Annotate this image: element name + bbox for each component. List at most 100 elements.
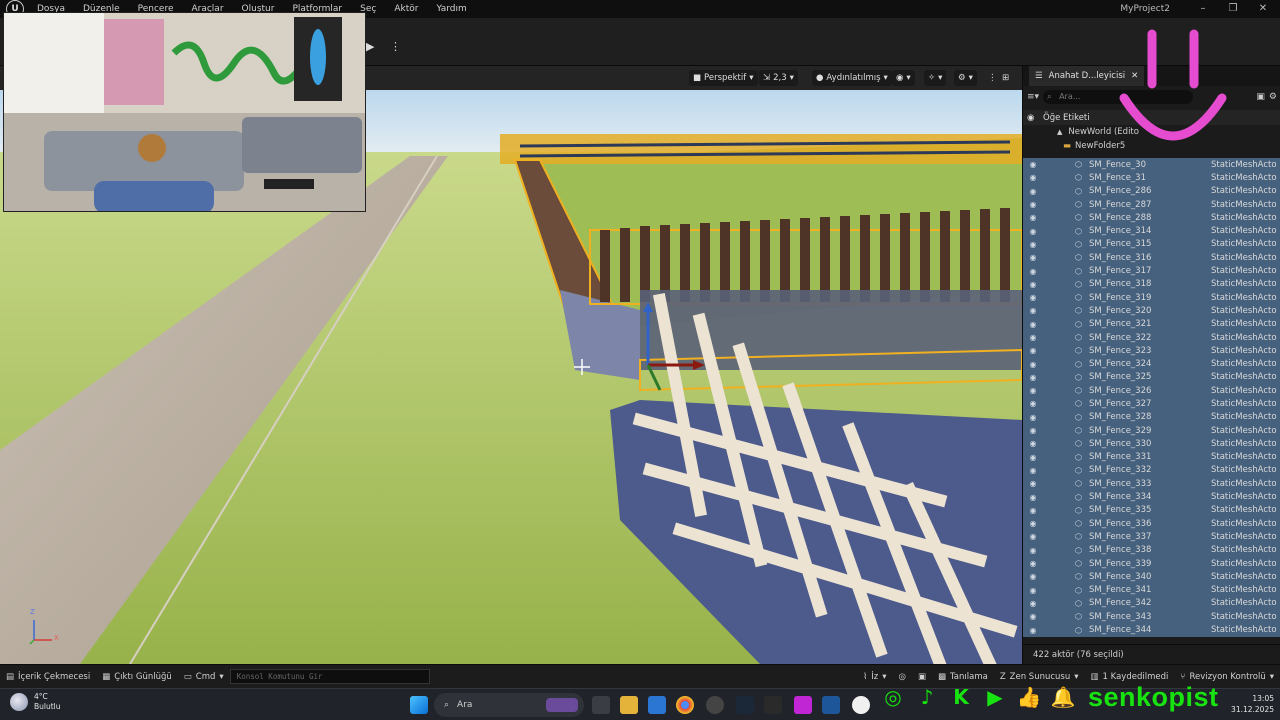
eye-icon[interactable]: ◉ bbox=[1027, 346, 1039, 355]
eye-icon[interactable]: ◉ bbox=[1027, 253, 1039, 262]
weather-widget[interactable]: 4°C Bulutlu bbox=[10, 692, 61, 712]
eye-icon[interactable]: ◉ bbox=[1027, 586, 1039, 595]
lighting-mode-button[interactable]: ● Aydınlatılmış ▾ bbox=[812, 70, 892, 86]
outliner-row[interactable]: ◉ ⬡ SM_Fence_330 StaticMeshActo bbox=[1023, 437, 1280, 451]
outliner-row[interactable]: ◉ ⬡ SM_Fence_317 StaticMeshActo bbox=[1023, 264, 1280, 278]
console-input[interactable]: Konsol Komutunu Gir bbox=[229, 669, 430, 684]
eye-icon[interactable]: ◉ bbox=[1027, 267, 1039, 276]
output-log-button[interactable]: ▦ Çıktı Günlüğü bbox=[96, 672, 178, 682]
eye-icon[interactable]: ◉ bbox=[1027, 479, 1039, 488]
outliner-row[interactable]: ◉ ⬡ SM_Fence_332 StaticMeshActo bbox=[1023, 463, 1280, 478]
outliner-row[interactable]: ◉ ⬡ SM_Fence_344 StaticMeshActo bbox=[1023, 623, 1280, 637]
outliner-row[interactable]: ◉ ⬡ SM_Fence_287 StaticMeshActo bbox=[1023, 197, 1280, 212]
outliner-row[interactable]: ◉ ⬡ SM_Fence_340 StaticMeshActo bbox=[1023, 570, 1280, 584]
outliner-row[interactable]: ◉ ⬡ SM_Fence_315 StaticMeshActo bbox=[1023, 237, 1280, 252]
outliner-row[interactable]: ◉ ⬡ SM_Fence_320 StaticMeshActo bbox=[1023, 304, 1280, 318]
outliner-row[interactable]: ◉ ⬡ SM_Fence_328 StaticMeshActo bbox=[1023, 410, 1280, 424]
outliner-row[interactable]: ◉ ⬡ SM_Fence_329 StaticMeshActo bbox=[1023, 423, 1280, 438]
github-icon[interactable] bbox=[706, 696, 724, 714]
outliner-row[interactable]: ◉ ⬡ SM_Fence_318 StaticMeshActo bbox=[1023, 277, 1280, 291]
add-folder-icon[interactable]: ▣ bbox=[1256, 92, 1265, 102]
eye-icon[interactable]: ◉ bbox=[1027, 599, 1039, 608]
outliner-row[interactable]: ◉ ⬡ SM_Fence_286 StaticMeshActo bbox=[1023, 184, 1280, 198]
outliner-row[interactable]: ◉ ⬡ SM_Fence_331 StaticMeshActo bbox=[1023, 450, 1280, 464]
taskbar-search[interactable]: ⌕ Ara bbox=[434, 693, 584, 717]
unsaved-button[interactable]: ▥ 1 Kaydedilmedi bbox=[1085, 672, 1175, 682]
eye-icon[interactable]: ◉ bbox=[1027, 160, 1039, 169]
minimize-icon[interactable]: – bbox=[1188, 0, 1218, 18]
outliner-row[interactable]: ◉ ⬡ SM_Fence_288 StaticMeshActo bbox=[1023, 211, 1280, 225]
outliner-row[interactable]: ◉ ⬡ SM_Fence_325 StaticMeshActo bbox=[1023, 370, 1280, 385]
more-options-icon[interactable]: ⋮ bbox=[390, 40, 401, 53]
cmd-dropdown[interactable]: ▭ Cmd ▾ bbox=[178, 672, 230, 682]
eye-icon[interactable]: ◉ bbox=[1027, 626, 1039, 635]
eye-icon[interactable]: ◉ bbox=[1027, 333, 1039, 342]
eye-icon[interactable]: ◉ bbox=[1027, 320, 1039, 329]
eye-icon[interactable]: ◉ bbox=[1027, 532, 1039, 541]
menu-actor[interactable]: Aktör bbox=[385, 0, 427, 18]
screenshot-icon[interactable]: ▣ bbox=[912, 672, 932, 682]
outliner-row[interactable]: ◉ ⬡ SM_Fence_336 StaticMeshActo bbox=[1023, 517, 1280, 531]
eye-icon[interactable]: ◉ bbox=[1027, 240, 1039, 249]
outliner-row[interactable]: ◉ ⬡ SM_Fence_31 StaticMeshActo bbox=[1023, 171, 1280, 185]
outliner-row[interactable]: ◉ ⬡ SM_Fence_319 StaticMeshActo bbox=[1023, 290, 1280, 305]
layout-grid-icon[interactable]: ⊞ bbox=[998, 70, 1013, 86]
outliner-row[interactable]: ◉ ⬡ SM_Fence_337 StaticMeshActo bbox=[1023, 530, 1280, 544]
eye-icon[interactable]: ◉ bbox=[1027, 360, 1039, 369]
outliner-row[interactable]: ◉ ⬡ SM_Fence_342 StaticMeshActo bbox=[1023, 596, 1280, 611]
realtime-button[interactable]: ✧ ▾ bbox=[924, 70, 947, 86]
show-flags-button[interactable]: ◉ ▾ bbox=[892, 70, 915, 86]
outliner-row[interactable]: ◉ ⬡ SM_Fence_343 StaticMeshActo bbox=[1023, 610, 1280, 624]
eye-icon[interactable]: ◉ bbox=[1027, 519, 1039, 528]
task-view-icon[interactable] bbox=[592, 696, 610, 714]
app-icon[interactable] bbox=[794, 696, 812, 714]
zen-server-dropdown[interactable]: Z Zen Sunucusu ▾ bbox=[994, 672, 1085, 682]
trace-dropdown[interactable]: ⌇ İz ▾ bbox=[857, 672, 892, 682]
outliner-row[interactable]: ◉ ⬡ SM_Fence_335 StaticMeshActo bbox=[1023, 503, 1280, 518]
outliner-row[interactable]: ◉ ⬡ SM_Fence_314 StaticMeshActo bbox=[1023, 224, 1280, 238]
eye-icon[interactable]: ◉ bbox=[1027, 173, 1039, 182]
outliner-row[interactable]: ◉ ⬡ SM_Fence_321 StaticMeshActo bbox=[1023, 317, 1280, 331]
outliner-row[interactable]: ◉ ⬡ SM_Fence_339 StaticMeshActo bbox=[1023, 556, 1280, 571]
steam-icon[interactable] bbox=[736, 696, 754, 714]
outliner-row[interactable]: ◉ ⬡ SM_Fence_322 StaticMeshActo bbox=[1023, 330, 1280, 345]
windows-start-icon[interactable] bbox=[410, 696, 428, 714]
store-icon[interactable] bbox=[648, 696, 666, 714]
outliner-row[interactable]: ◉ ⬡ SM_Fence_323 StaticMeshActo bbox=[1023, 344, 1280, 358]
eye-icon[interactable]: ◉ bbox=[1027, 572, 1039, 581]
steam-alt-icon[interactable] bbox=[822, 696, 840, 714]
eye-icon[interactable]: ◉ bbox=[1027, 493, 1039, 502]
eye-icon[interactable]: ◉ bbox=[1027, 373, 1039, 382]
content-drawer-button[interactable]: ▤ İçerik Çekmecesi bbox=[0, 672, 96, 682]
menu-help[interactable]: Yardım bbox=[427, 0, 475, 18]
eye-icon[interactable]: ◉ bbox=[1027, 213, 1039, 222]
eye-icon[interactable]: ◉ bbox=[1027, 439, 1039, 448]
settings-button[interactable]: ⚙ ▾ bbox=[954, 70, 977, 86]
outliner-row[interactable]: ◉ ⬡ SM_Fence_324 StaticMeshActo bbox=[1023, 357, 1280, 371]
eye-icon[interactable]: ◉ bbox=[1027, 227, 1039, 236]
outliner-row[interactable]: ◉ ⬡ SM_Fence_341 StaticMeshActo bbox=[1023, 583, 1280, 597]
eye-icon[interactable]: ◉ bbox=[1027, 453, 1039, 462]
close-icon[interactable]: ✕ bbox=[1248, 0, 1278, 18]
outliner-row[interactable]: ◉ ⬡ SM_Fence_334 StaticMeshActo bbox=[1023, 490, 1280, 504]
eye-icon[interactable]: ◉ bbox=[1027, 399, 1039, 408]
revision-control-dropdown[interactable]: ⑂ Revizyon Kontrolü ▾ bbox=[1174, 672, 1280, 682]
eye-icon[interactable]: ◉ bbox=[1027, 200, 1039, 209]
maximize-icon[interactable]: ❐ bbox=[1218, 0, 1248, 18]
diagnostics-button[interactable]: ▩ Tanılama bbox=[932, 672, 994, 682]
outliner-settings-icon[interactable]: ⚙ bbox=[1269, 92, 1277, 102]
outliner-row[interactable]: ◉ ⬡ SM_Fence_316 StaticMeshActo bbox=[1023, 251, 1280, 265]
file-explorer-icon[interactable] bbox=[620, 696, 638, 714]
eye-icon[interactable]: ◉ bbox=[1027, 413, 1039, 422]
outliner-row[interactable]: ◉ ⬡ SM_Fence_327 StaticMeshActo bbox=[1023, 397, 1280, 411]
eye-icon[interactable]: ◉ bbox=[1027, 506, 1039, 515]
eye-icon[interactable]: ◉ bbox=[1027, 306, 1039, 315]
eye-icon[interactable]: ◉ bbox=[1027, 612, 1039, 621]
eye-icon[interactable]: ◉ bbox=[1027, 546, 1039, 555]
eye-icon[interactable]: ◉ bbox=[1027, 559, 1039, 568]
filter-icon[interactable]: ≡▾ bbox=[1027, 92, 1039, 102]
epic-games-icon[interactable] bbox=[764, 696, 782, 714]
outliner-row[interactable]: ◉ ⬡ SM_Fence_326 StaticMeshActo bbox=[1023, 384, 1280, 398]
eye-icon[interactable]: ◉ bbox=[1027, 466, 1039, 475]
eye-icon[interactable]: ◉ bbox=[1027, 426, 1039, 435]
